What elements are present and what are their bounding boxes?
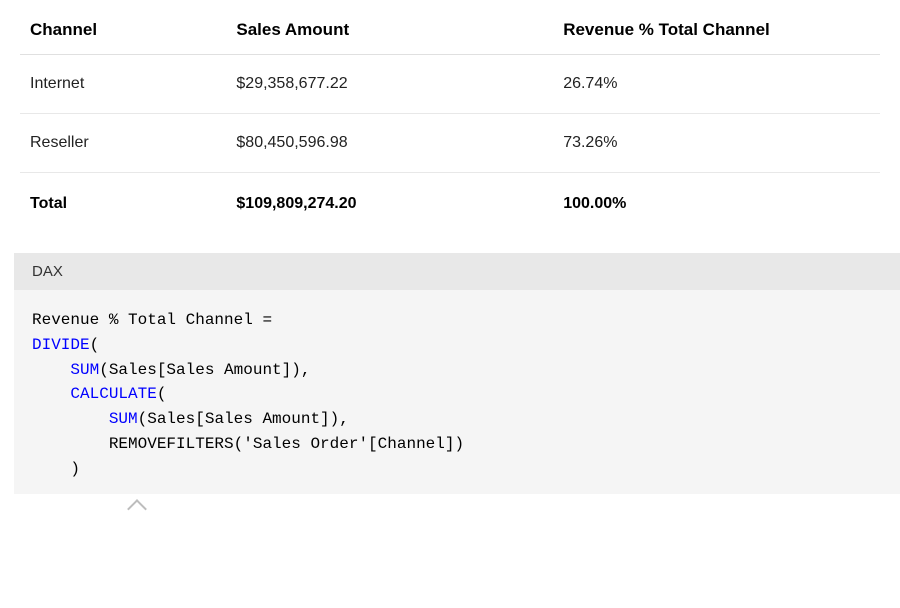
code-line: Revenue % Total Channel =: [32, 311, 272, 329]
sales-table: Channel Sales Amount Revenue % Total Cha…: [20, 8, 880, 235]
code-keyword: SUM: [70, 361, 99, 379]
cell-channel: Reseller: [20, 114, 226, 173]
code-line: ): [32, 460, 80, 478]
cell-sales: $29,358,677.22: [226, 55, 553, 114]
code-text: (: [90, 336, 100, 354]
chevron-up-icon: [127, 499, 147, 519]
table-row: Reseller $80,450,596.98 73.26%: [20, 114, 880, 173]
code-indent: [32, 361, 70, 379]
code-text: (Sales[Sales Amount]),: [99, 361, 310, 379]
cell-total-label: Total: [20, 173, 226, 236]
code-indent: [32, 385, 70, 403]
cell-pct: 26.74%: [553, 55, 880, 114]
header-sales-amount: Sales Amount: [226, 8, 553, 55]
code-text: (: [157, 385, 167, 403]
table-header-row: Channel Sales Amount Revenue % Total Cha…: [20, 8, 880, 55]
sales-table-container: Channel Sales Amount Revenue % Total Cha…: [0, 0, 900, 235]
code-language-label: DAX: [14, 253, 900, 290]
table-row: Internet $29,358,677.22 26.74%: [20, 55, 880, 114]
cell-channel: Internet: [20, 55, 226, 114]
code-keyword: DIVIDE: [32, 336, 90, 354]
cell-pct: 73.26%: [553, 114, 880, 173]
table-total-row: Total $109,809,274.20 100.00%: [20, 173, 880, 236]
chevron-container: [0, 502, 900, 521]
header-channel: Channel: [20, 8, 226, 55]
header-revenue-pct: Revenue % Total Channel: [553, 8, 880, 55]
code-keyword: SUM: [109, 410, 138, 428]
cell-sales: $80,450,596.98: [226, 114, 553, 173]
code-line: REMOVEFILTERS('Sales Order'[Channel]): [32, 435, 464, 453]
cell-total-sales: $109,809,274.20: [226, 173, 553, 236]
dax-code-block: DAX Revenue % Total Channel = DIVIDE( SU…: [14, 253, 900, 494]
code-indent: [32, 410, 109, 428]
cell-total-pct: 100.00%: [553, 173, 880, 236]
code-text: (Sales[Sales Amount]),: [138, 410, 349, 428]
code-body: Revenue % Total Channel = DIVIDE( SUM(Sa…: [14, 290, 900, 494]
code-keyword: CALCULATE: [70, 385, 156, 403]
